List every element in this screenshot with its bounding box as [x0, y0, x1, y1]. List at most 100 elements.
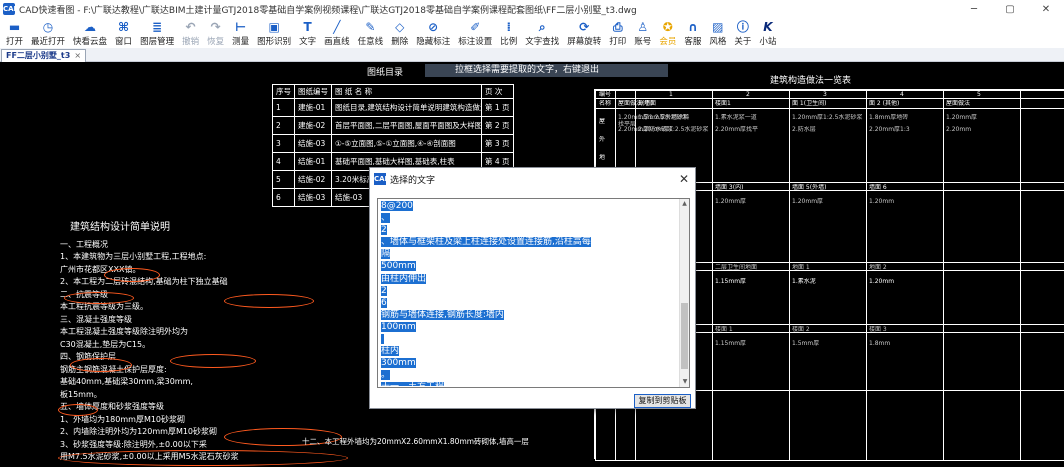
- scroll-down-icon[interactable]: ▼: [680, 377, 690, 387]
- scroll-thumb[interactable]: [681, 303, 688, 369]
- table-cell: 墙面 5(外墙): [792, 184, 827, 191]
- table-cell: 1.素水泥浆一道: [715, 114, 757, 121]
- toolbar-button-redo[interactable]: ↷ 恢复: [203, 18, 228, 48]
- toolbar-label: 会员: [659, 37, 677, 47]
- tab-close-icon[interactable]: ×: [74, 51, 81, 60]
- toolbar-button-freehand[interactable]: ✎ 任意线: [354, 18, 388, 48]
- toolbar-button-vip[interactable]: ✪ 会员: [655, 18, 680, 48]
- info-icon: ⓘ: [736, 20, 749, 34]
- index-cell: 结施-01: [294, 152, 332, 171]
- toolbar-button-measure[interactable]: ⊢ 测量: [228, 18, 253, 48]
- drawing-index-title: 图纸目录: [367, 68, 404, 78]
- toolbar-label: 删除: [391, 37, 409, 47]
- column-header: 3: [823, 91, 827, 98]
- index-cell: 结施-03: [294, 188, 332, 207]
- toolbar-label: 窗口: [115, 37, 133, 47]
- toolbar-button-k[interactable]: K 小站: [755, 18, 780, 48]
- title-bar: CAD CAD快速看图 - F:\广联达教程\广联达BIM土建计量GTJ2018…: [0, 0, 1064, 18]
- tab-label: FF二层小别墅_t3: [6, 51, 71, 60]
- window-title: CAD快速看图 - F:\广联达教程\广联达BIM土建计量GTJ2018零基础自…: [19, 5, 637, 16]
- app-logo-icon: CAD: [3, 3, 20, 15]
- grid-line: [712, 90, 713, 460]
- column-header: 4: [900, 91, 904, 98]
- selected-text-highlight: 100mm: [381, 321, 416, 332]
- layers-icon: ≣: [152, 20, 163, 34]
- table-cell: 楼面 3: [869, 326, 887, 333]
- main-toolbar: ▬ 打开 ◷ 最近打开 ☁ 快看云盘 ⌘ 窗口 ≣ 图层管理 ↶ 撤销 ↷ 恢复 ⊢ 测量 ▣ 图形识别 T 文字 ╱ 画…: [0, 18, 1064, 48]
- index-cell: 5: [272, 170, 295, 189]
- column-header: 编号: [599, 91, 612, 98]
- markup-oval: [58, 404, 98, 416]
- recent-icon: ◷: [42, 20, 54, 34]
- selection-hint-banner: 拉框选择需要提取的文字，右键退出: [425, 64, 668, 77]
- minimize-button[interactable]: ─: [956, 4, 992, 15]
- toolbar-button-print[interactable]: ⎙ 打印: [605, 18, 630, 48]
- toolbar-button-undo[interactable]: ↶ 撤销: [178, 18, 203, 48]
- index-header-cell: 页 次: [481, 84, 514, 99]
- toolbar-button-style[interactable]: ▨ 风格: [705, 18, 730, 48]
- selected-text-area[interactable]: 8@200、 2 、墙体与框架柱及梁上柱连接处设置连接筋,沿柱高每隔 500mm 由柱内…: [377, 198, 690, 388]
- toolbar-button-recent[interactable]: ◷ 最近打开: [27, 18, 69, 48]
- table-cell: 1.20mm: [869, 198, 895, 205]
- table-cell: 地面 2: [869, 264, 887, 271]
- selected-text-line: 6: [381, 297, 680, 309]
- grid-line: [595, 90, 1064, 91]
- selected-text-highlight: 6: [381, 297, 387, 308]
- grid-line: [1020, 90, 1021, 460]
- selected-text-highlight: 500mm: [381, 261, 416, 272]
- close-window-button[interactable]: ✕: [1028, 4, 1064, 15]
- table-cell: 2.20mm: [946, 126, 972, 133]
- maximize-button[interactable]: ▢: [992, 4, 1028, 15]
- table-cell: 1.20mm厚1:2.5水泥砂浆: [792, 114, 863, 121]
- style-icon: ▨: [712, 20, 724, 34]
- toolbar-label: 屏幕旋转: [567, 37, 602, 47]
- toolbar-button-layers[interactable]: ≣ 图层管理: [136, 18, 178, 48]
- toolbar-label: 打印: [609, 37, 627, 47]
- toolbar-button-line[interactable]: ╱ 画直线: [320, 18, 354, 48]
- table-cell: 楼面1: [715, 100, 731, 107]
- selected-text-line: 、墙体与框架柱及梁上柱连接处设置连接筋,沿柱高每: [381, 236, 680, 248]
- dialog-app-icon: CAD: [374, 173, 391, 185]
- index-cell: 4: [272, 152, 295, 171]
- toolbar-button-window[interactable]: ⌘ 窗口: [111, 18, 136, 48]
- toolbar-button-info[interactable]: ⓘ 关于: [730, 18, 755, 48]
- table-cell: 2.20mm厚1:2.5水泥砂浆: [638, 126, 709, 133]
- dialog-close-icon[interactable]: ✕: [673, 172, 695, 186]
- dialog-title-bar[interactable]: CAD 选择的文字 ✕: [370, 168, 695, 190]
- toolbar-button-scale[interactable]: ⁞ 比例: [496, 18, 521, 48]
- toolbar-button-headset[interactable]: ∩ 客服: [680, 18, 705, 48]
- vertical-scrollbar[interactable]: ▲ ▼: [679, 199, 689, 387]
- selected-text-highlight: 柱内: [381, 346, 400, 357]
- note-line: 三、混凝土强度等级: [60, 314, 132, 324]
- copy-to-clipboard-button[interactable]: 复制到剪贴板: [634, 394, 691, 408]
- toolbar-button-hide-markup[interactable]: ⊘ 隐藏标注: [412, 18, 454, 48]
- selected-text-highlight: 300mm: [381, 358, 416, 369]
- toolbar-button-rotate[interactable]: ⟳ 屏幕旋转: [563, 18, 605, 48]
- selected-text-line: 十一、土方工程: [381, 381, 680, 386]
- toolbar-button-account[interactable]: ♙ 账号: [630, 18, 655, 48]
- scroll-up-icon[interactable]: ▲: [680, 199, 689, 209]
- toolbar-button-text-search[interactable]: ⌕ 文字查找: [521, 18, 563, 48]
- table-row: 3 结施-03 ①-⑤立面图,⑤-①立面图,④-④剖面图第 3 页: [272, 134, 514, 153]
- toolbar-button-eraser[interactable]: ◇ 删除: [387, 18, 412, 48]
- toolbar-label: 标注设置: [458, 37, 493, 47]
- table-cell: 2.20mm厚找平: [715, 126, 759, 133]
- design-notes-heading: 建筑结构设计简单说明: [70, 222, 170, 233]
- toolbar-button-folder[interactable]: ▬ 打开: [2, 18, 27, 48]
- index-cell: 图纸目录,建筑结构设计简单说明建筑构造做法一览表: [331, 98, 482, 117]
- index-cell: 1: [272, 98, 295, 117]
- tab-document[interactable]: FF二层小别墅_t3 ×: [1, 49, 87, 62]
- index-cell: ①-⑤立面图,⑤-①立面图,④-④剖面图: [331, 134, 482, 153]
- table-cell: 1.15mm厚: [715, 340, 747, 347]
- toolbar-label: 任意线: [357, 37, 384, 47]
- redo-icon: ↷: [210, 20, 221, 34]
- table-cell: 1.8mm厚地砖: [869, 114, 909, 121]
- column-header: 2: [746, 91, 750, 98]
- toolbar-button-cloud[interactable]: ☁ 快看云盘: [69, 18, 111, 48]
- text-search-icon: ⌕: [538, 20, 546, 34]
- toolbar-button-text[interactable]: T 文字: [295, 18, 320, 48]
- toolbar-button-markup-settings[interactable]: ✐ 标注设置: [454, 18, 496, 48]
- index-header-cell: 图 纸 名 称: [331, 84, 482, 99]
- toolbar-button-recognize[interactable]: ▣ 图形识别: [253, 18, 295, 48]
- selected-text-highlight: 钢筋与墙体连接,钢筋长度:墙内: [381, 309, 504, 320]
